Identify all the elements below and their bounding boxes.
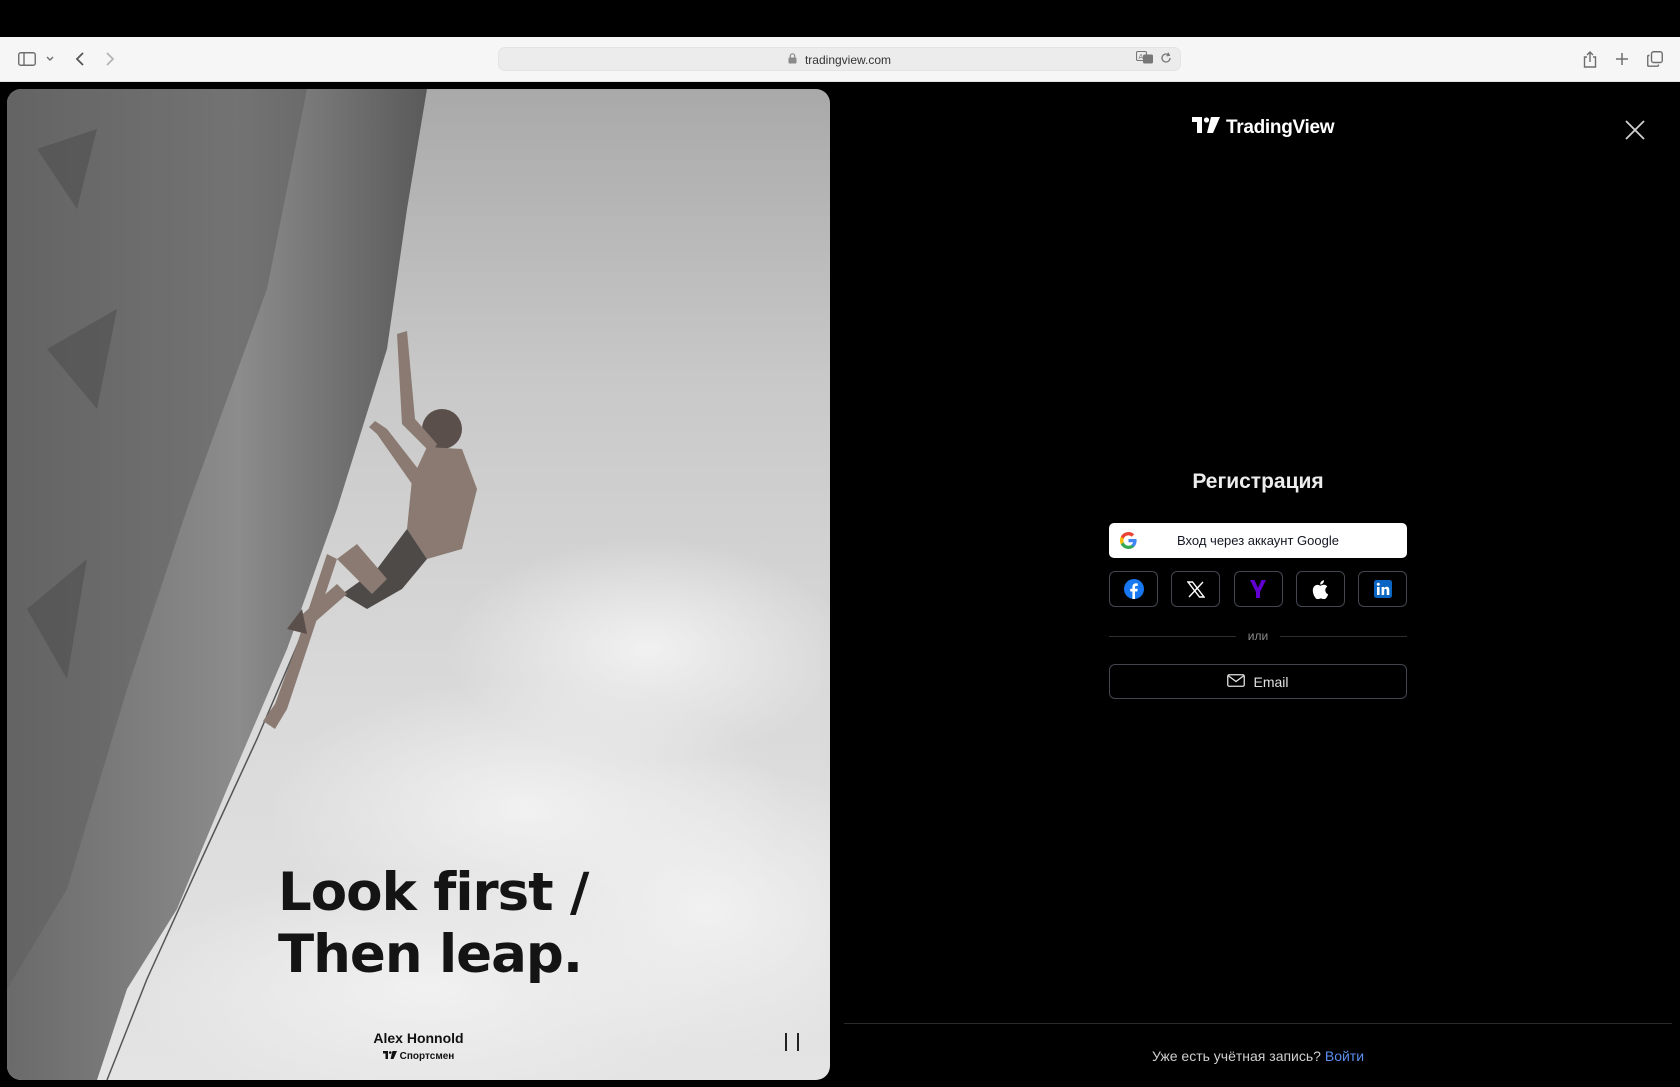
athlete-name: Alex Honnold (373, 1030, 464, 1046)
reload-icon[interactable] (1160, 51, 1172, 69)
headline-line-1: Look first / (278, 862, 589, 923)
pause-button[interactable] (785, 1033, 799, 1051)
new-tab-icon[interactable] (1612, 46, 1632, 72)
translate-icon[interactable]: A (1135, 50, 1154, 69)
top-black-bar (0, 0, 1680, 37)
hero-headline: Look first / Then leap. (278, 862, 589, 986)
linkedin-icon (1373, 580, 1392, 598)
envelope-icon (1227, 673, 1246, 690)
back-icon[interactable] (72, 46, 88, 72)
facebook-icon (1123, 579, 1144, 599)
tradingview-logo-icon (1192, 117, 1220, 139)
footer-divider (844, 1023, 1672, 1024)
signin-prompt-text: Уже есть учётная запись? (1151, 1048, 1321, 1064)
athlete-role: Спортсмен (382, 1051, 455, 1062)
x-button[interactable] (1171, 571, 1221, 607)
athlete-caption: Alex Honnold Спортсмен (7, 1030, 830, 1064)
apple-button[interactable] (1295, 571, 1345, 607)
tab-overview-icon[interactable] (1645, 46, 1665, 72)
headline-line-2: Then leap. (278, 924, 583, 985)
browser-toolbar: tradingview.com A (0, 37, 1680, 82)
svg-text:A: A (1139, 53, 1144, 61)
email-signup-button[interactable]: Email (1109, 664, 1407, 699)
apple-icon (1313, 579, 1329, 599)
x-icon (1186, 580, 1205, 598)
address-bar[interactable]: tradingview.com A (498, 47, 1181, 71)
sidebar-toggle-icon[interactable] (16, 46, 38, 72)
google-icon (1120, 532, 1137, 552)
tradingview-logo[interactable]: TradingView (1192, 117, 1335, 139)
signup-title: Регистрация (1192, 470, 1324, 493)
google-button-label: Вход через аккаунт Google (1177, 533, 1339, 548)
chevron-down-icon[interactable] (44, 46, 56, 72)
share-icon[interactable] (1580, 46, 1600, 72)
athlete-role-text: Спортсмен (399, 1051, 455, 1062)
close-button[interactable] (1623, 118, 1647, 142)
social-buttons (1109, 571, 1407, 607)
or-divider: или (1109, 628, 1408, 644)
hero-image-panel: Look first / Then leap. Alex Honnold Спо… (7, 89, 830, 1080)
forward-icon[interactable] (102, 46, 118, 72)
brand-name: TradingView (1226, 117, 1335, 138)
divider-text: или (1247, 629, 1269, 643)
tradingview-mini-logo-icon (382, 1051, 397, 1062)
google-signin-button[interactable]: Вход через аккаунт Google (1109, 523, 1407, 558)
url-text: tradingview.com (804, 53, 892, 67)
signin-link[interactable]: Войти (1325, 1048, 1364, 1064)
yahoo-button[interactable] (1233, 571, 1283, 607)
lock-icon (788, 53, 797, 67)
yahoo-icon (1250, 580, 1266, 598)
facebook-button[interactable] (1109, 571, 1158, 607)
linkedin-button[interactable] (1358, 571, 1407, 607)
email-button-label: Email (1253, 673, 1289, 690)
signin-prompt: Уже есть учётная запись? Войти (844, 1048, 1672, 1064)
close-icon (1625, 120, 1645, 140)
